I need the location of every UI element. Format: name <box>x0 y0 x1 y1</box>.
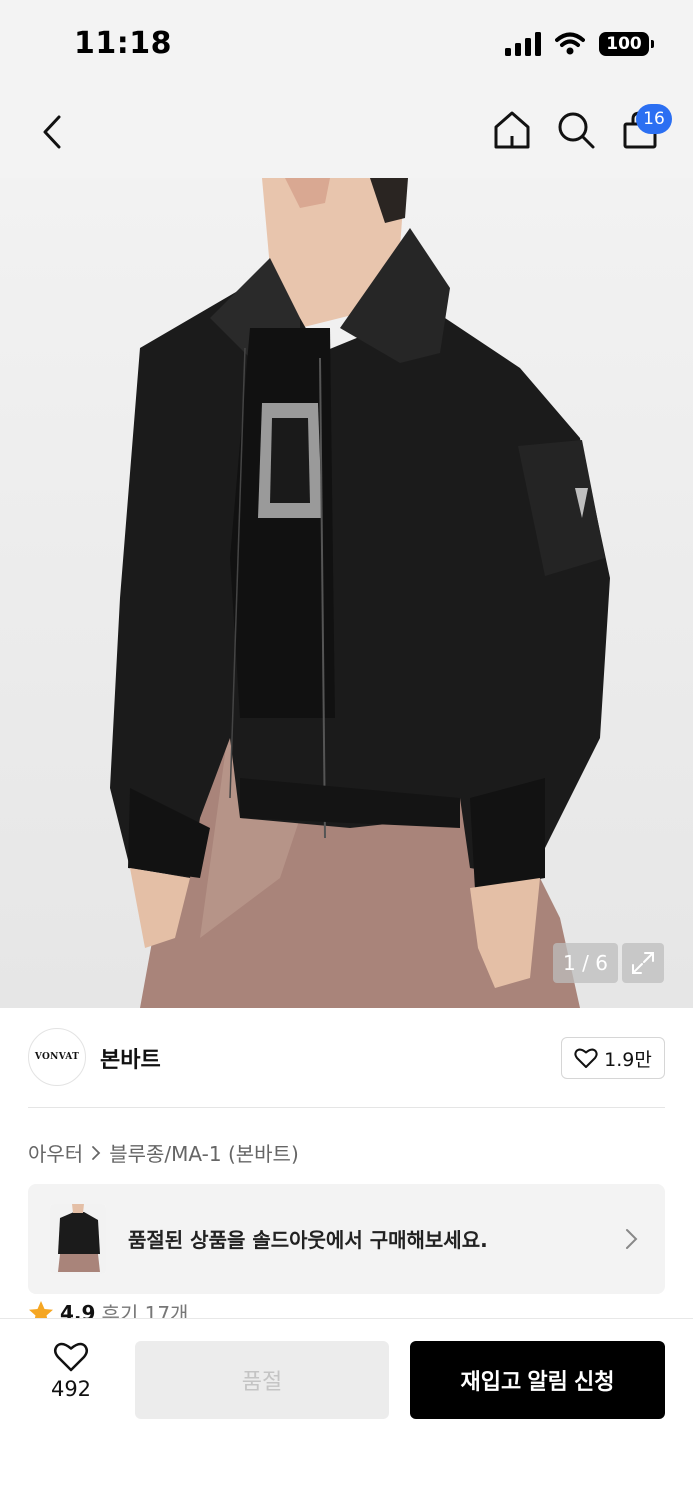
brand-like-button[interactable]: 1.9만 <box>561 1037 665 1079</box>
banner-text: 품절된 상품을 솔드아웃에서 구매해보세요. <box>128 1228 488 1252</box>
home-icon <box>494 111 530 149</box>
expand-image-button[interactable] <box>622 943 664 983</box>
brand-like-count: 1.9만 <box>604 1048 652 1071</box>
soldout-button: 품절 <box>135 1341 389 1419</box>
wishlist-count: 492 <box>50 1377 92 1401</box>
breadcrumb-subcategory[interactable]: 블루종/MA-1 (본바트) <box>109 1138 299 1167</box>
status-time: 11:18 <box>74 26 172 61</box>
search-icon <box>558 112 595 149</box>
heart-icon <box>574 1048 598 1068</box>
expand-icon <box>632 952 654 974</box>
image-counter: 1 / 6 <box>553 943 618 983</box>
status-bar: 11:18 100 <box>0 0 693 92</box>
brand-name[interactable]: 본바트 <box>100 1042 161 1074</box>
soldout-banner[interactable]: 품절된 상품을 솔드아웃에서 구매해보세요. <box>28 1184 665 1294</box>
battery-indicator: 100 <box>599 32 654 56</box>
product-image[interactable] <box>0 178 693 1008</box>
divider <box>28 1107 665 1108</box>
wishlist-button[interactable]: 492 <box>40 1341 102 1417</box>
home-button[interactable] <box>490 108 534 152</box>
heart-icon <box>54 1342 88 1372</box>
breadcrumb-category[interactable]: 아우터 <box>28 1138 83 1167</box>
thumbnail-photo <box>50 1204 106 1274</box>
back-button[interactable] <box>32 110 72 154</box>
cart-count-badge: 16 <box>636 104 672 134</box>
chevron-right-icon <box>92 1145 101 1160</box>
status-icons: 100 <box>505 32 654 56</box>
nav-bar <box>0 92 693 178</box>
cellular-signal-icon <box>505 32 541 56</box>
chevron-left-icon <box>43 115 61 149</box>
wifi-icon <box>555 32 585 55</box>
chevron-right-icon <box>626 1229 638 1249</box>
product-photo <box>110 178 610 1008</box>
banner-thumbnail <box>50 1204 106 1274</box>
bottom-action-bar: 492 품절 재입고 알림 신청 <box>0 1318 693 1500</box>
search-button[interactable] <box>554 108 598 152</box>
brand-logo[interactable]: VONVAT <box>28 1028 86 1086</box>
restock-alert-button[interactable]: 재입고 알림 신청 <box>410 1341 665 1419</box>
breadcrumb: 아우터 블루종/MA-1 (본바트) <box>28 1138 299 1167</box>
